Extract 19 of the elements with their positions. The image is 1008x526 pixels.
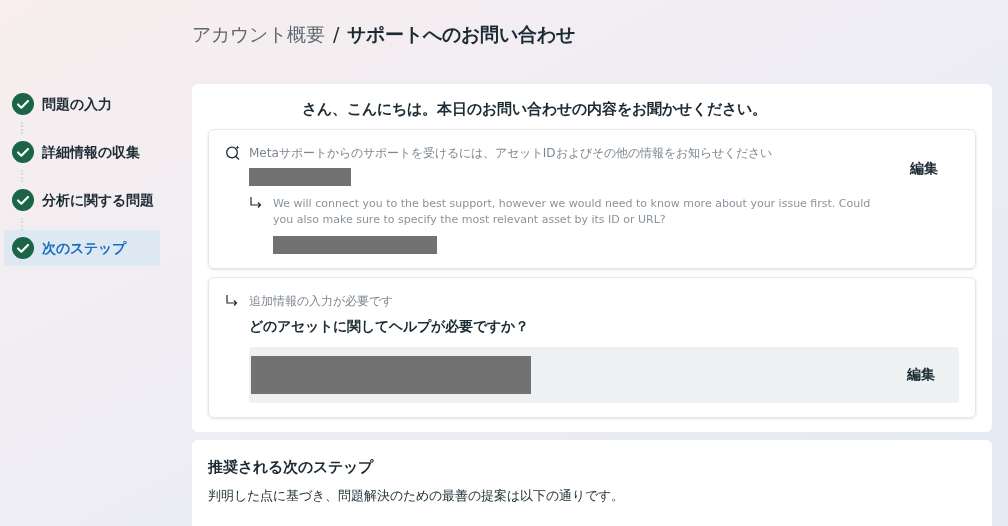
breadcrumb-separator: / (333, 22, 340, 47)
edit-button[interactable]: 編集 (907, 364, 935, 385)
step-item[interactable]: 問題の入力 (4, 86, 160, 122)
prompt-text: Metaサポートからのサポートを受けるには、アセットIDおよびその他の情報をお知らせください (249, 144, 772, 162)
step-item[interactable]: 分析に関する問題 (4, 182, 160, 218)
followup-text: We will connect you to the best support, however we would need to know more about your issue first. Could you also make sure to specify the most relevant asset by its ID or URL? (273, 195, 872, 228)
step-item[interactable]: 次のステップ (4, 230, 160, 266)
next-steps-title: 推奨される次のステップ (208, 456, 375, 478)
asset-question: どのアセットに関してヘルプが必要ですか？ (249, 316, 530, 336)
next-steps-description: 判明した点に基づき、問題解決のための最善の提案は以下の通りです。 (208, 487, 625, 505)
greeting-text: さん、こんにちは。本日のお問い合わせの内容をお聞かせください。 (302, 99, 768, 120)
breadcrumb-link[interactable]: アカウント概要 (192, 20, 325, 49)
note-text: 追加情報の入力が必要です (249, 292, 393, 310)
step-item[interactable]: 詳細情報の収集 (4, 134, 160, 170)
edit-button[interactable]: 編集 (910, 157, 938, 180)
reply-arrow-icon (249, 195, 263, 210)
search-sparkle-icon (225, 144, 241, 161)
reply-arrow-icon (225, 293, 239, 308)
page-title: サポートへのお問い合わせ (347, 22, 576, 47)
